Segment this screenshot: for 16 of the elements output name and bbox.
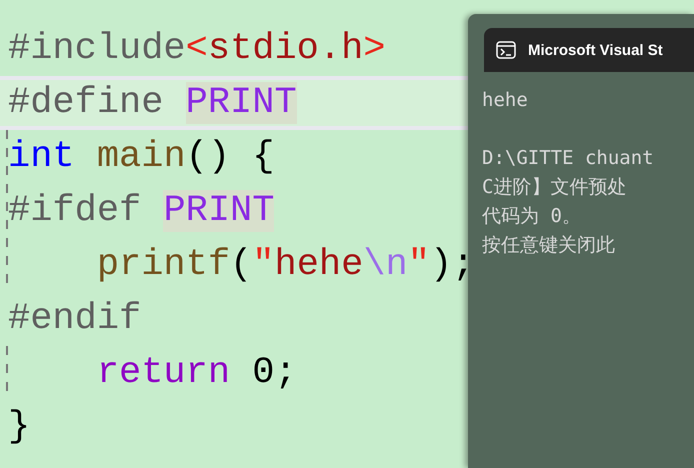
code-line: printf("hehe\n");	[96, 243, 474, 288]
window-title: Microsoft Visual St	[528, 42, 663, 58]
code-line: }	[8, 405, 30, 450]
console-output-line: 代码为 0。	[482, 204, 582, 229]
code-line: return 0;	[96, 351, 297, 396]
console-output-line: C进阶】文件预处	[482, 175, 628, 200]
console-output-line: D:\GITTE chuant	[482, 146, 655, 171]
terminal-icon	[496, 41, 516, 59]
code-line: #define PRINT	[8, 81, 297, 126]
console-output-line: 按任意键关闭此	[482, 233, 616, 258]
console-output-line: hehe	[482, 88, 529, 113]
code-line: #include<stdio.h>	[8, 27, 386, 72]
code-line: #ifdef PRINT	[8, 189, 274, 234]
code-line: #endif	[8, 297, 142, 342]
code-line: int main() {	[8, 135, 274, 180]
console-tab[interactable]: Microsoft Visual St	[484, 28, 694, 72]
